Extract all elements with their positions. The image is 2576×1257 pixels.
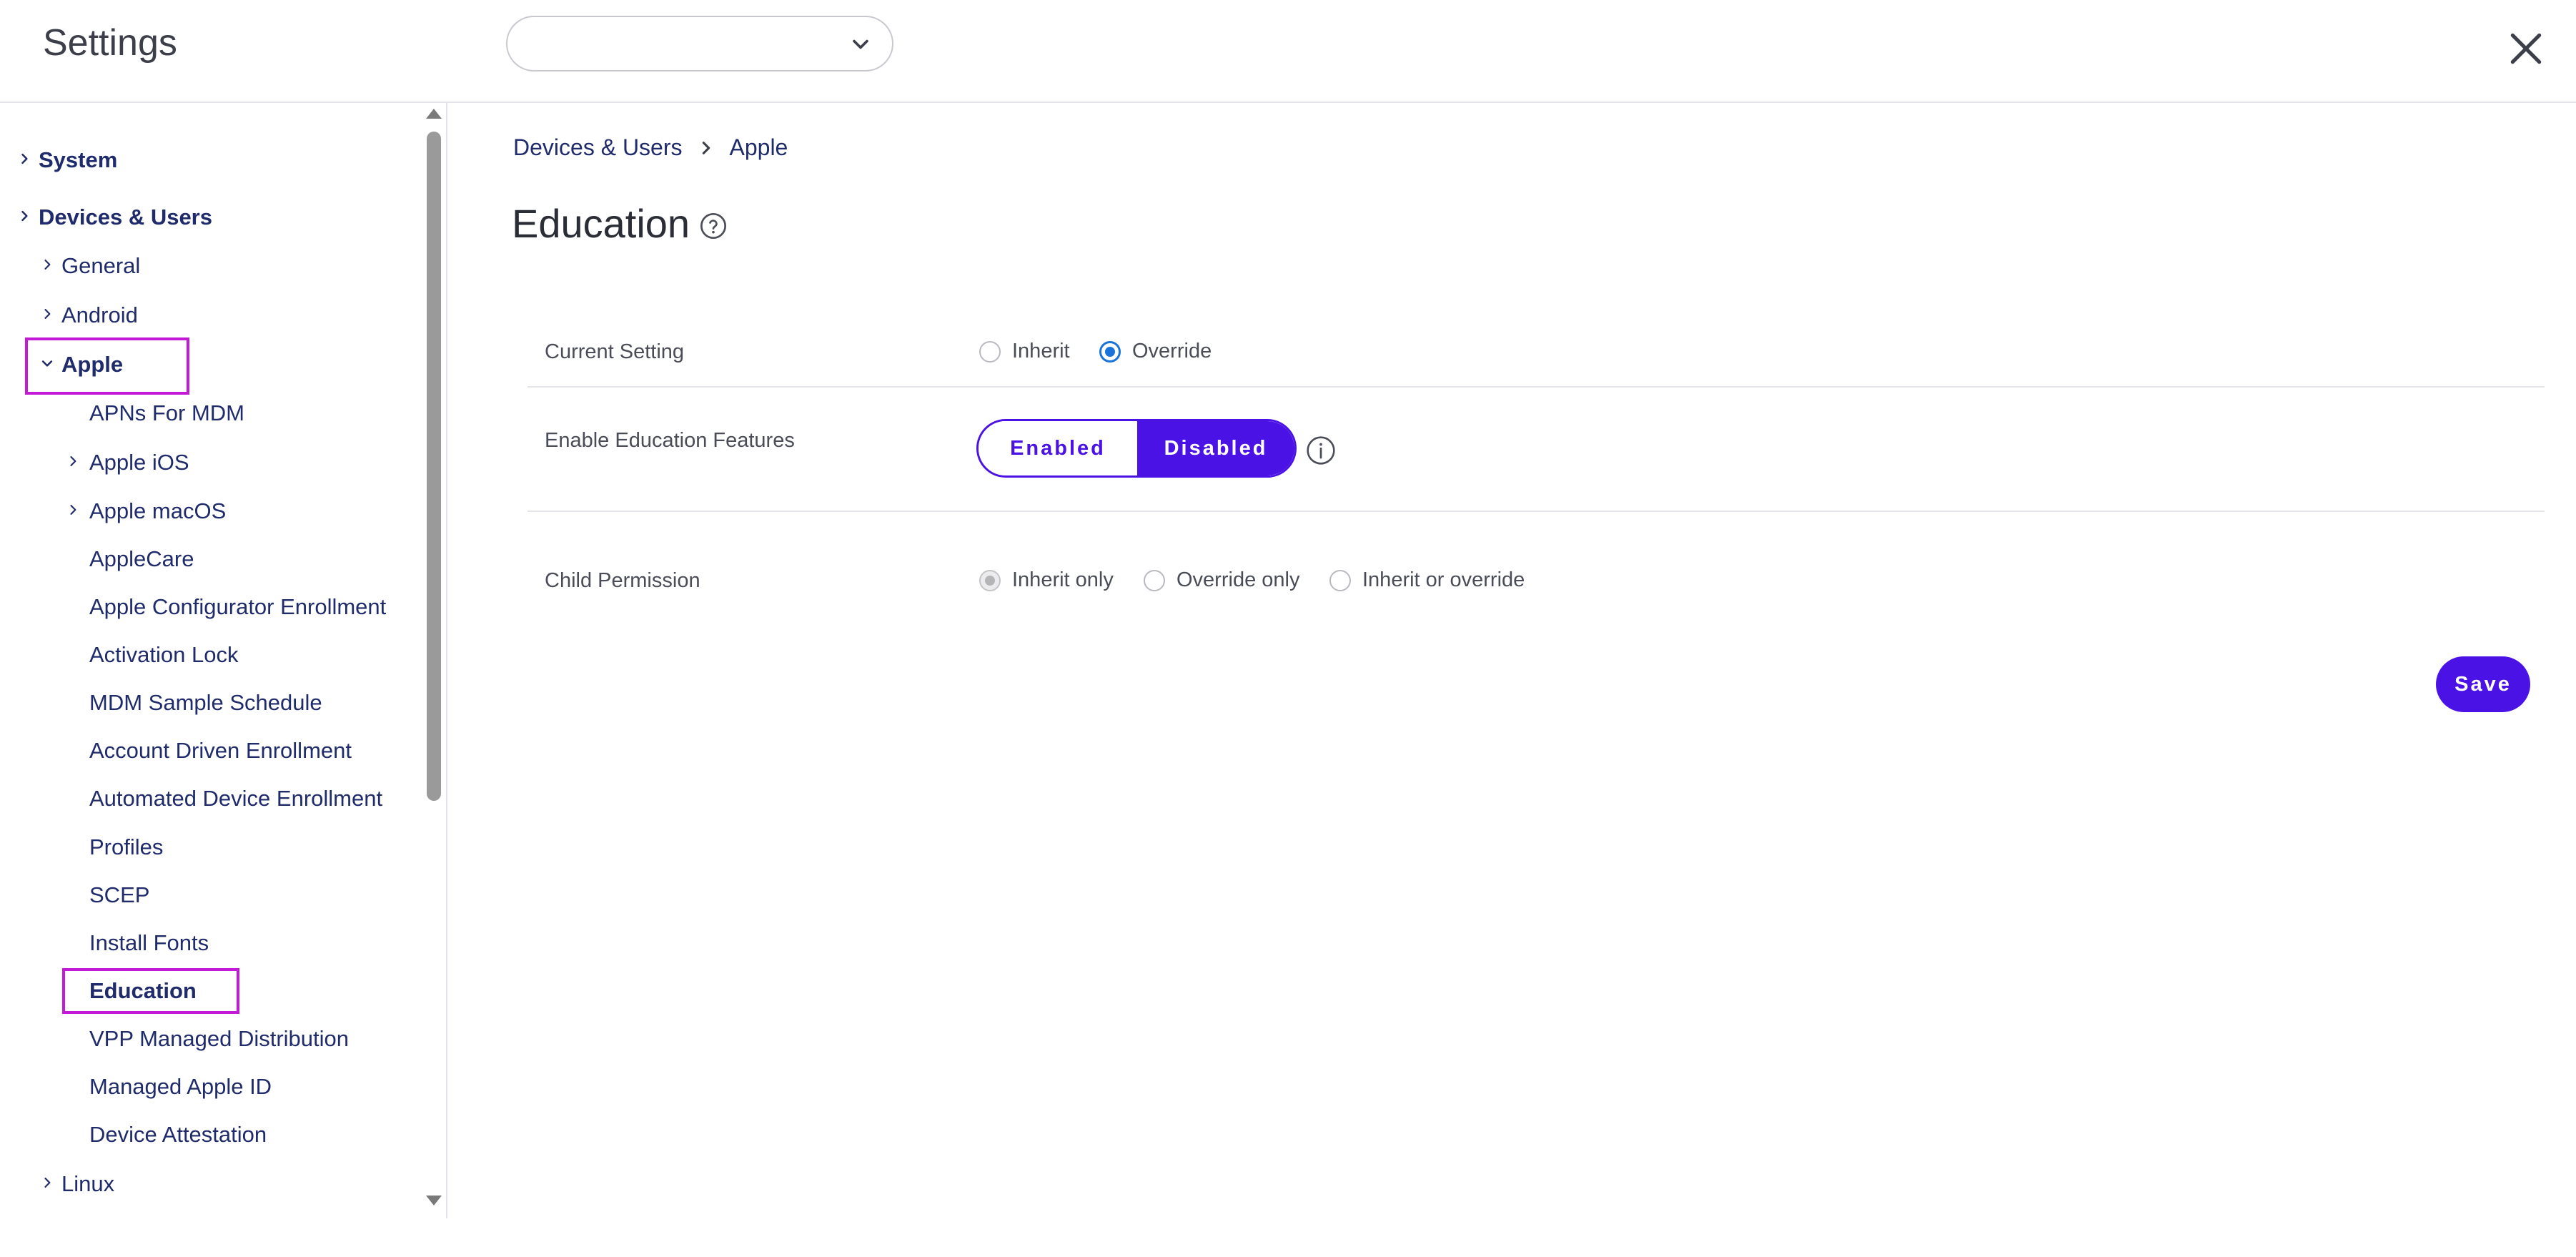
sidebar-item-scep[interactable]: SCEP [89,881,149,910]
sidebar-item-vpp-managed-distribution[interactable]: VPP Managed Distribution [89,1025,349,1053]
sidebar-item-label: VPP Managed Distribution [89,1026,350,1051]
page-title: Settings [43,22,177,64]
info-icon[interactable] [1305,435,1337,466]
radio-label: Override [1132,340,1212,363]
radio-inherit[interactable]: Inherit [979,340,1070,363]
sidebar-item-install-fonts[interactable]: Install Fonts [89,929,209,957]
education-features-toggle[interactable]: Enabled Disabled [976,419,1297,478]
sidebar-item-label: Apple macOS [89,498,227,523]
chevron-right-icon [70,505,76,515]
sidebar-item-label: Linux [61,1171,115,1196]
scrollbar-thumb[interactable] [427,132,441,801]
chevron-right-icon [21,210,28,222]
sidebar-item-apple-configurator-enrollment[interactable]: Apple Configurator Enrollment [89,593,386,621]
sidebar-item-label: System [39,147,118,172]
sidebar-nav: System Devices & Users General Android A… [0,103,446,1218]
radio-label: Inherit or override [1362,568,1525,591]
sidebar-item-devices-users[interactable]: Devices & Users [17,203,212,232]
sidebar-item-apple-ios[interactable]: Apple iOS [66,448,189,477]
radio-circle [1099,340,1121,363]
disabled-option[interactable]: Disabled [1137,421,1294,475]
sidebar-item-apns-for-mdm[interactable]: APNs For MDM [89,399,244,428]
radio-override-only: Override only [1144,568,1299,592]
child-permission-label: Child Permission [545,569,700,592]
sidebar-item-label: APNs For MDM [89,400,244,425]
radio-circle [979,569,1001,591]
chevron-right-icon [70,456,76,466]
radio-label: Override only [1176,568,1300,591]
breadcrumb-link-apple[interactable]: Apple [730,134,788,160]
sidebar-item-automated-device-enrollment[interactable]: Automated Device Enrollment [89,784,382,813]
radio-inherit-or-override: Inherit or override [1329,568,1525,592]
sidebar-item-label: Account Driven Enrollment [89,738,352,763]
sidebar-item-label: MDM Sample Schedule [89,690,322,715]
sidebar-item-account-driven-enrollment[interactable]: Account Driven Enrollment [89,736,352,765]
sidebar-item-label: General [61,253,141,278]
sidebar-divider [446,103,447,1218]
sidebar-item-system[interactable]: System [17,146,117,174]
radio-label: Inherit [1012,340,1070,363]
sidebar-item-label: AppleCare [89,546,194,571]
help-circle-icon[interactable] [699,212,728,240]
sidebar-item-apple[interactable]: Apple [40,350,123,379]
sidebar-item-label: Device Attestation [89,1122,267,1147]
sidebar-item-label: SCEP [89,882,150,907]
radio-circle [1329,569,1351,591]
enabled-option[interactable]: Enabled [979,421,1137,475]
chevron-down-icon [853,39,868,49]
chevron-right-icon [44,1178,51,1188]
sidebar-item-label: Automated Device Enrollment [89,786,383,811]
save-button[interactable]: Save [2436,656,2530,712]
top-bar: Settings [0,0,2576,103]
sidebar-item-label: Apple iOS [89,450,189,475]
sidebar-item-label: Activation Lock [89,642,239,667]
sidebar-item-activation-lock[interactable]: Activation Lock [89,641,239,669]
sidebar-item-label: Managed Apple ID [89,1074,272,1099]
chevron-right-icon [44,260,51,270]
sidebar-item-label: Devices & Users [39,204,212,230]
current-setting-label: Current Setting [545,340,685,363]
sidebar-item-label: Apple Configurator Enrollment [89,594,387,619]
sidebar-item-managed-apple-id[interactable]: Managed Apple ID [89,1073,272,1101]
row-divider [527,511,2545,512]
sidebar-item-label: Education [89,978,197,1003]
close-icon[interactable] [2506,29,2546,69]
sidebar-item-education[interactable]: Education [89,977,197,1005]
sidebar-item-device-attestation[interactable]: Device Attestation [89,1120,267,1149]
sidebar-item-mdm-sample-schedule[interactable]: MDM Sample Schedule [89,689,322,717]
radio-label: Inherit only [1012,568,1114,591]
radio-circle [979,340,1001,363]
row-divider [527,386,2545,388]
scroll-down-arrow-icon[interactable] [426,1196,442,1206]
breadcrumb: Devices & Users Apple [513,133,788,161]
sidebar-item-label: Profiles [89,834,164,859]
chevron-right-icon [21,153,28,164]
context-select[interactable] [506,16,893,72]
sidebar-item-linux[interactable]: Linux [40,1170,114,1198]
chevron-right-icon [702,141,710,154]
chevron-down-icon [41,360,53,367]
breadcrumb-link-devices-users[interactable]: Devices & Users [513,134,683,160]
sidebar-item-profiles[interactable]: Profiles [89,833,163,862]
chevron-right-icon [44,309,51,319]
sidebar-item-label: Apple [61,352,124,377]
radio-circle [1144,569,1165,591]
education-features-label: Enable Education Features [545,429,795,452]
scroll-up-arrow-icon[interactable] [426,109,442,119]
sidebar-item-label: Android [61,302,138,327]
sidebar-item-applecare[interactable]: AppleCare [89,545,194,573]
sidebar-item-apple-macos[interactable]: Apple macOS [66,497,226,526]
section-title: Education [512,201,690,246]
radio-inherit-only: Inherit only [979,568,1114,592]
radio-override[interactable]: Override [1099,340,1212,363]
sidebar-item-label: Install Fonts [89,930,209,955]
sidebar-item-android[interactable]: Android [40,301,138,330]
sidebar-item-general[interactable]: General [40,252,140,280]
